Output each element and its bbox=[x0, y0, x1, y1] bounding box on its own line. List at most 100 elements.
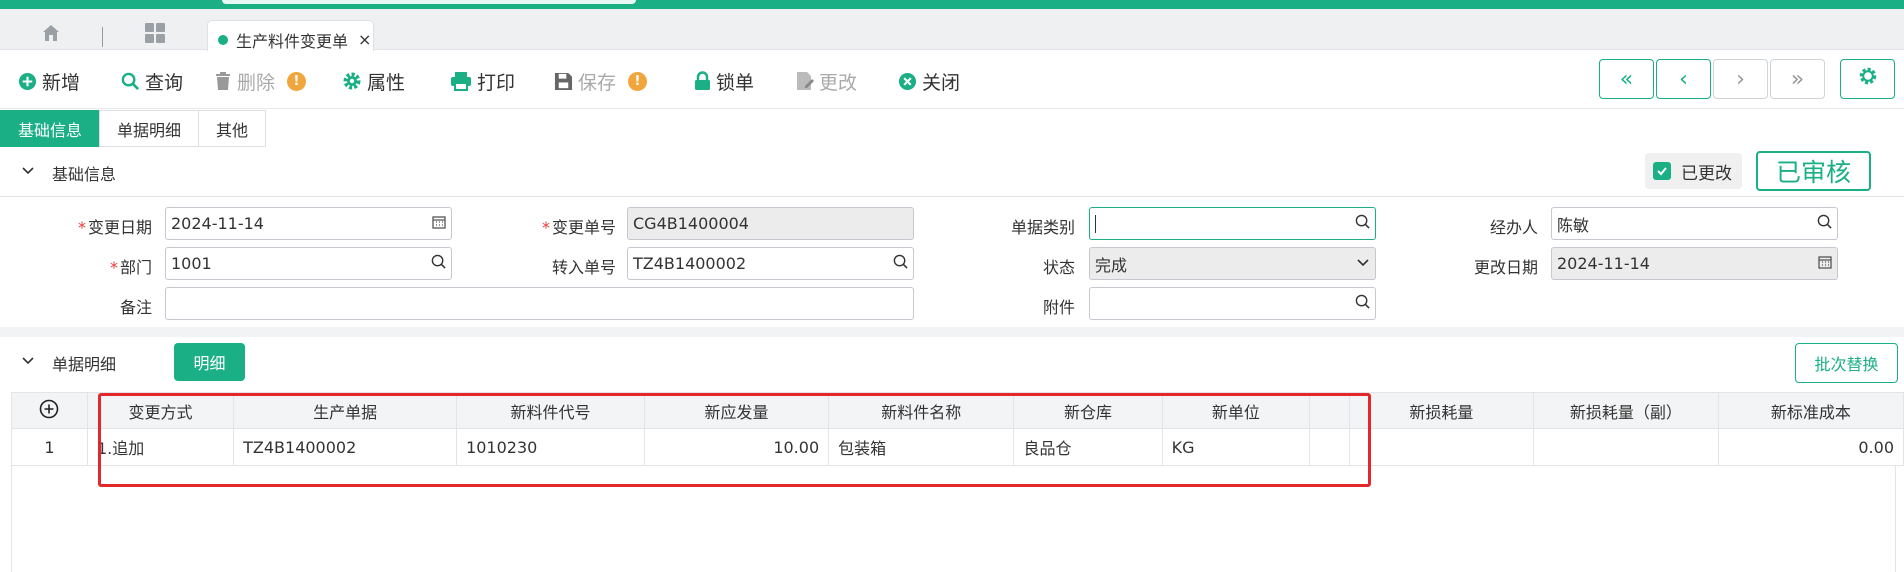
doc-type-label: 单据类别 bbox=[1010, 218, 1075, 237]
approved-stamp: 已审核 bbox=[1756, 151, 1871, 191]
transfer-no-input[interactable]: TZ4B1400002 bbox=[627, 247, 914, 280]
delete-button[interactable]: 删除 ! bbox=[214, 66, 307, 96]
search-icon[interactable] bbox=[1355, 214, 1370, 233]
cell-new-loss-qty[interactable] bbox=[1348, 428, 1534, 466]
home-icon[interactable] bbox=[36, 19, 66, 47]
lock-label: 锁单 bbox=[716, 71, 755, 94]
tab-doc-detail[interactable]: 单据明细 bbox=[99, 110, 200, 147]
add-row-icon[interactable] bbox=[11, 392, 88, 429]
change-date-value: 2024-11-14 bbox=[171, 214, 264, 233]
tab-basic-info[interactable]: 基础信息 bbox=[0, 110, 101, 147]
modify-label: 更改 bbox=[819, 71, 858, 94]
check-icon bbox=[1653, 162, 1671, 180]
close-tab-icon[interactable]: × bbox=[358, 30, 371, 49]
transfer-no-value: TZ4B1400002 bbox=[633, 254, 747, 273]
print-label: 打印 bbox=[477, 71, 516, 94]
tab-other[interactable]: 其他 bbox=[198, 110, 267, 147]
handler-input[interactable]: 陈敏 bbox=[1551, 207, 1838, 240]
text-caret bbox=[1095, 214, 1096, 233]
change-no-label: * 变更单号 bbox=[541, 218, 616, 237]
attachment-input[interactable] bbox=[1089, 287, 1376, 320]
handler-label: 经办人 bbox=[1489, 218, 1538, 237]
close-circle-icon bbox=[898, 72, 917, 91]
modify-date-input[interactable]: 2024-11-14 bbox=[1551, 247, 1838, 280]
printer-icon bbox=[450, 71, 472, 91]
calendar-icon[interactable] bbox=[1818, 254, 1832, 273]
dept-label: * 部门 bbox=[109, 258, 152, 277]
cell-new-std-cost[interactable]: 0.00 bbox=[1717, 428, 1904, 466]
detail-button[interactable]: 明细 bbox=[174, 343, 245, 381]
chevron-down-icon bbox=[20, 163, 36, 183]
remark-input[interactable] bbox=[165, 287, 914, 320]
highlight-box bbox=[98, 393, 1371, 487]
prev-record-button[interactable]: ‹ bbox=[1656, 59, 1711, 99]
doc-type-input[interactable] bbox=[1089, 207, 1376, 240]
change-no-value: CG4B1400004 bbox=[633, 214, 749, 233]
next-record-button[interactable]: › bbox=[1713, 59, 1768, 99]
modify-button[interactable]: 更改 bbox=[796, 66, 857, 96]
last-record-button[interactable]: » bbox=[1770, 59, 1825, 99]
search-icon[interactable] bbox=[1817, 214, 1832, 233]
attachment-label: 附件 bbox=[1042, 298, 1075, 317]
save-button[interactable]: 保存 ! bbox=[554, 66, 648, 96]
search-icon[interactable] bbox=[893, 254, 908, 273]
trash-icon bbox=[214, 71, 232, 91]
first-record-button[interactable]: « bbox=[1599, 59, 1654, 99]
query-button[interactable]: 查询 bbox=[121, 66, 183, 96]
save-label: 保存 bbox=[578, 71, 617, 94]
chevron-right-icon: › bbox=[1736, 66, 1745, 92]
settings-button[interactable] bbox=[1840, 59, 1895, 99]
floppy-icon bbox=[554, 72, 573, 91]
transfer-no-label: 转入单号 bbox=[551, 258, 616, 277]
double-chevron-left-icon: « bbox=[1619, 66, 1634, 92]
detail-title: 单据明细 bbox=[52, 355, 117, 374]
apps-grid-icon[interactable] bbox=[140, 19, 170, 47]
batch-replace-button[interactable]: 批次替换 bbox=[1795, 343, 1898, 383]
active-tab-dot bbox=[218, 34, 228, 45]
gear-icon bbox=[342, 71, 362, 91]
change-date-label: * 变更日期 bbox=[77, 218, 152, 237]
properties-button[interactable]: 属性 bbox=[342, 66, 405, 96]
col-new-loss-qty[interactable]: 新损耗量 bbox=[1348, 392, 1534, 429]
plus-circle-icon bbox=[18, 72, 37, 91]
calendar-icon[interactable] bbox=[432, 214, 446, 233]
dept-input[interactable]: 1001 bbox=[165, 247, 452, 280]
tab-divider bbox=[102, 27, 103, 47]
chevron-left-icon: ‹ bbox=[1679, 66, 1688, 92]
status-label: 状态 bbox=[1042, 258, 1075, 277]
col-new-std-cost[interactable]: 新标准成本 bbox=[1717, 392, 1904, 429]
lock-button[interactable]: 锁单 bbox=[694, 66, 754, 96]
row-number: 1 bbox=[11, 428, 88, 466]
warning-icon[interactable]: ! bbox=[287, 71, 307, 91]
col-new-loss-qty-sub[interactable]: 新损耗量（副） bbox=[1532, 392, 1719, 429]
change-no-input[interactable]: CG4B1400004 bbox=[627, 207, 914, 240]
close-button[interactable]: 关闭 bbox=[898, 66, 960, 96]
modify-date-value: 2024-11-14 bbox=[1557, 254, 1650, 273]
properties-label: 属性 bbox=[367, 71, 406, 94]
print-button[interactable]: 打印 bbox=[450, 66, 515, 96]
add-button[interactable]: 新增 bbox=[18, 66, 80, 96]
basic-info-title: 基础信息 bbox=[52, 165, 117, 184]
change-date-input[interactable]: 2024-11-14 bbox=[165, 207, 452, 240]
chevron-down-icon[interactable] bbox=[1356, 254, 1370, 273]
modify-date-label: 更改日期 bbox=[1473, 258, 1538, 277]
tab-bar: 生产料件变更单 × bbox=[0, 9, 1904, 58]
cell-new-loss-qty-sub[interactable] bbox=[1532, 428, 1719, 466]
search-icon[interactable] bbox=[1355, 294, 1370, 313]
section-gap bbox=[0, 327, 1904, 337]
edit-doc-icon bbox=[796, 71, 814, 91]
query-label: 查询 bbox=[145, 71, 184, 94]
top-search-pill[interactable] bbox=[222, 0, 636, 4]
gear-icon bbox=[1858, 66, 1878, 92]
section-tabs: 基础信息 单据明细 其他 bbox=[0, 110, 267, 147]
chevron-down-icon bbox=[20, 353, 36, 373]
add-label: 新增 bbox=[42, 71, 81, 94]
top-accent-bar bbox=[0, 0, 1904, 9]
search-icon[interactable] bbox=[431, 254, 446, 273]
warning-icon[interactable]: ! bbox=[628, 71, 648, 91]
close-label: 关闭 bbox=[922, 71, 961, 94]
status-select[interactable]: 完成 bbox=[1089, 247, 1376, 280]
basic-info-header[interactable]: 基础信息 bbox=[0, 147, 1904, 197]
detail-header[interactable]: 单据明细 bbox=[0, 337, 1904, 387]
changed-checkbox[interactable]: 已更改 bbox=[1645, 153, 1742, 189]
